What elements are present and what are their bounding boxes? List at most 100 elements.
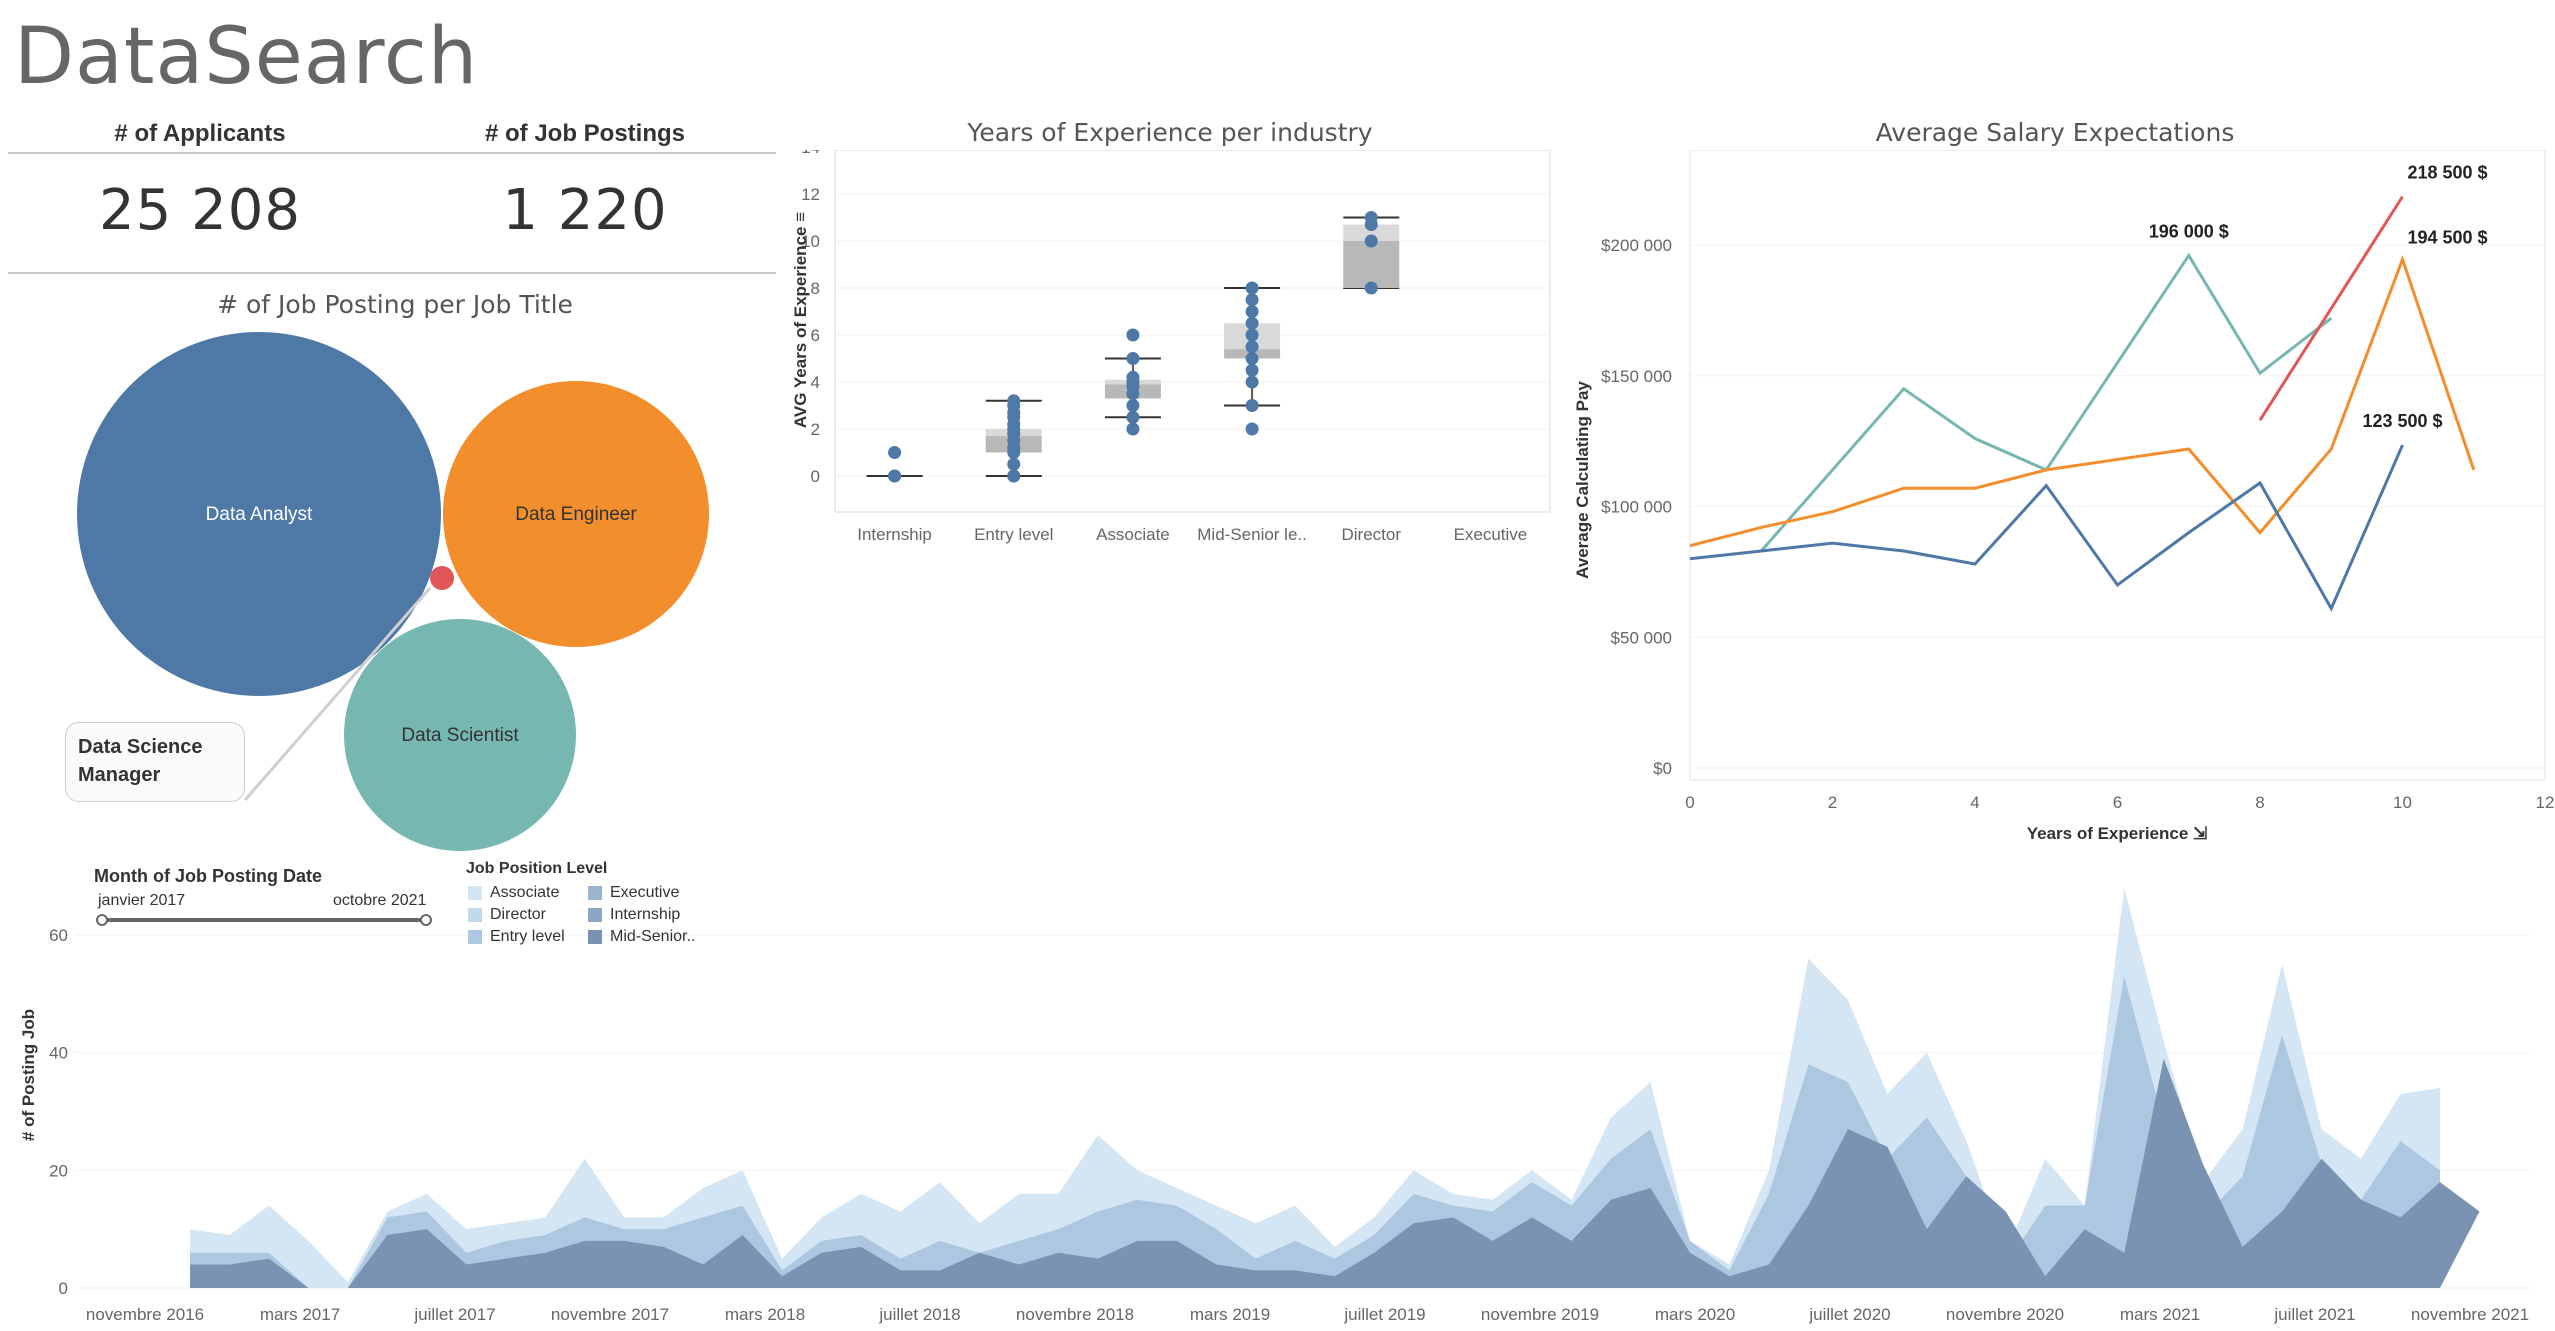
- area-xtick: mars 2020: [1655, 1305, 1735, 1324]
- boxplot-point: [1245, 328, 1259, 342]
- area-xtick: novembre 2017: [551, 1305, 669, 1324]
- legend-item-executive[interactable]: Executive: [588, 882, 718, 904]
- boxplot-point: [1245, 293, 1259, 307]
- date-slider-handle-end[interactable]: [420, 914, 432, 926]
- boxplot-frame: [834, 150, 1551, 513]
- linechart-annotation: 218 500 $: [2407, 163, 2487, 183]
- postings-value: 1 220: [502, 178, 668, 243]
- kpi-divider-bottom: [8, 272, 776, 274]
- applicants-value: 25 208: [99, 178, 301, 243]
- boxplot-ytick: 0: [811, 467, 820, 486]
- legend-swatch: [468, 886, 482, 900]
- linechart-ytick: $150 000: [1601, 367, 1672, 386]
- boxplot-point: [1126, 370, 1140, 384]
- boxplot-point: [1245, 363, 1259, 377]
- boxplot-point: [1007, 394, 1021, 408]
- legend-swatch: [468, 930, 482, 944]
- boxplot-point: [888, 446, 902, 459]
- kpi-divider-top: [8, 152, 776, 154]
- legend-label: Mid-Senior..: [610, 928, 696, 945]
- boxplot-point: [1245, 340, 1259, 354]
- bubble-chart-title: # of Job Posting per Job Title: [217, 290, 573, 319]
- area-xtick: juillet 2019: [1343, 1305, 1425, 1324]
- linechart-xtick: 6: [2113, 793, 2122, 812]
- date-slider-handle-start[interactable]: [96, 914, 108, 926]
- boxplot-title: Years of Experience per industry: [967, 118, 1373, 147]
- linechart-xtick: 8: [2255, 793, 2264, 812]
- linechart-xtick: 10: [2393, 793, 2412, 812]
- linechart-series-line: [1689, 254, 2476, 548]
- boxplot-point: [1007, 469, 1021, 483]
- area-xtick: mars 2021: [2120, 1305, 2200, 1324]
- boxplot-chart: 02468101214AVG Years of Experience ≡Inte…: [791, 150, 1551, 544]
- boxplot-point: [1007, 457, 1021, 471]
- area-xtick: juillet 2018: [878, 1305, 960, 1324]
- boxplot-ytick: 8: [811, 279, 820, 298]
- boxplot-xtick: Associate: [1096, 525, 1170, 544]
- boxplot-ytick: 12: [801, 185, 820, 204]
- legend-label: Executive: [610, 884, 680, 901]
- boxplot-point: [1245, 305, 1259, 318]
- boxplot-ylabel: AVG Years of Experience ≡: [791, 212, 810, 428]
- boxplot-point: [888, 469, 902, 483]
- date-filter-end: octobre 2021: [333, 892, 427, 909]
- boxplot-point: [1126, 328, 1140, 342]
- legend-swatch: [588, 930, 602, 944]
- area-xtick: mars 2017: [260, 1305, 340, 1324]
- postings-label: # of Job Postings: [484, 120, 685, 147]
- boxplot-point: [1126, 422, 1140, 436]
- legend-swatch: [588, 908, 602, 922]
- tooltip-callout: Data Science Manager: [65, 722, 245, 802]
- linechart-series-line: [2258, 195, 2404, 422]
- bubble-label-data-scientist: Data Scientist: [401, 725, 519, 746]
- area-chart: 0 20 40 60 # of Posting Job novembre 2016 mars…: [19, 887, 2530, 1324]
- boxplot-box-lower: [1343, 241, 1400, 288]
- legend-swatch: [468, 908, 482, 922]
- area-xtick: juillet 2017: [413, 1305, 495, 1324]
- bubble-data-science-manager[interactable]: [430, 566, 454, 590]
- linechart-ytick: $200 000: [1601, 236, 1672, 255]
- boxplot-point: [1245, 281, 1259, 295]
- boxplot-xtick: Entry level: [974, 525, 1053, 544]
- legend-item-director[interactable]: Director: [468, 904, 588, 926]
- linechart-ytick: $100 000: [1601, 498, 1672, 517]
- legend-item-entry-level[interactable]: Entry level: [468, 926, 588, 948]
- area-xtick: juillet 2021: [2273, 1305, 2355, 1324]
- area-xtick: novembre 2019: [1481, 1305, 1599, 1324]
- bubble-label-data-analyst: Data Analyst: [206, 504, 313, 525]
- boxplot-ytick: 4: [811, 373, 820, 392]
- date-filter-title: Month of Job Posting Date: [94, 866, 322, 886]
- boxplot-point: [1364, 234, 1378, 248]
- boxplot-point: [1245, 352, 1259, 365]
- date-range-slider[interactable]: [96, 914, 432, 926]
- legend-item-associate[interactable]: Associate: [468, 882, 588, 904]
- boxplot-xtick: Director: [1341, 525, 1401, 544]
- linechart-annotation: 194 500 $: [2407, 227, 2487, 247]
- boxplot-point: [1364, 211, 1378, 224]
- legend-item-mid-senior[interactable]: Mid-Senior..: [588, 926, 718, 948]
- area-xtick: novembre 2018: [1016, 1305, 1134, 1324]
- bubble-label-data-engineer: Data Engineer: [515, 504, 637, 525]
- legend-label: Associate: [490, 884, 560, 901]
- linechart-xtick: 2: [1828, 793, 1837, 812]
- boxplot-ytick: 14: [801, 150, 820, 157]
- linechart-xtick: 4: [1970, 793, 1979, 812]
- linechart-ytick: $50 000: [1611, 628, 1672, 647]
- linechart-title: Average Salary Expectations: [1875, 118, 2235, 147]
- legend-label: Entry level: [490, 928, 565, 945]
- linechart-annotation: 196 000 $: [2149, 221, 2229, 241]
- boxplot-ytick: 6: [811, 326, 820, 345]
- linechart-ylabel: Average Calculating Pay: [1573, 381, 1592, 579]
- linechart-xlabel: Years of Experience ⇲: [2027, 824, 2208, 843]
- legend-item-internship[interactable]: Internship: [588, 904, 718, 926]
- boxplot-point: [1245, 399, 1259, 412]
- area-xtick: novembre 2021: [2411, 1305, 2529, 1324]
- area-xtick: mars 2019: [1190, 1305, 1270, 1324]
- boxplot-point: [1245, 375, 1259, 389]
- area-xtick: juillet 2020: [1808, 1305, 1890, 1324]
- linechart-annotation: 123 500 $: [2362, 411, 2442, 431]
- linechart-xtick: 0: [1685, 793, 1694, 812]
- boxplot-point: [1126, 410, 1140, 424]
- legend-label: Internship: [610, 906, 681, 923]
- date-filter-start: janvier 2017: [98, 892, 186, 909]
